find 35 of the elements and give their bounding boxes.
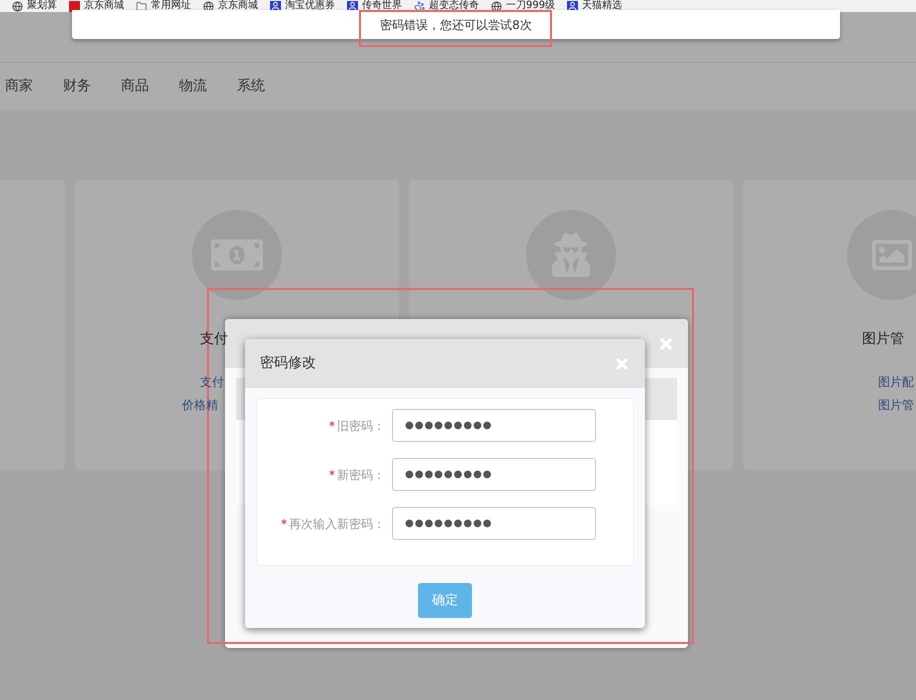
field-label: 旧密码：: [337, 418, 385, 434]
close-icon[interactable]: [614, 356, 630, 372]
close-icon[interactable]: [658, 336, 674, 352]
bookmark-link[interactable]: 天猫精选: [582, 0, 622, 12]
nav-item[interactable]: 商家: [5, 76, 33, 97]
field-label: 新密码：: [337, 466, 385, 484]
nav-item[interactable]: 物流: [179, 76, 207, 97]
nav-item[interactable]: 财务: [63, 76, 91, 97]
required-asterisk: *: [329, 418, 335, 434]
bookmark-link[interactable]: 传奇世界: [362, 0, 402, 12]
field-label: 再次输入新密码：: [289, 516, 385, 532]
dialog-title: 密码修改: [260, 354, 316, 373]
card-link[interactable]: 价格精: [182, 397, 218, 414]
error-message: 密码错误，您还可以尝试8次: [380, 16, 532, 34]
card-link[interactable]: 支付: [200, 374, 224, 391]
required-asterisk: *: [281, 516, 287, 532]
bookmark-link[interactable]: 聚划算: [27, 0, 57, 12]
nav-item[interactable]: 商品: [121, 76, 149, 97]
card-title: 支付: [200, 330, 228, 349]
folder-icon: [136, 0, 147, 12]
bookmark-link[interactable]: 常用网址: [151, 0, 191, 12]
password-field[interactable]: ●●●●●●●●●: [392, 458, 596, 491]
paw-icon: [414, 0, 425, 12]
globe-icon: [203, 0, 214, 12]
password-field[interactable]: ●●●●●●●●●: [392, 409, 596, 442]
globe-icon: [491, 0, 502, 12]
bookmark-link[interactable]: 一刀999级: [506, 0, 556, 12]
globe-icon: [12, 0, 23, 12]
card-link[interactable]: 图片配: [878, 374, 914, 391]
nav-item[interactable]: 系统: [237, 76, 265, 97]
store-icon: [69, 0, 80, 12]
card-title: 图片管: [862, 330, 904, 349]
required-asterisk: *: [329, 466, 335, 484]
password-field[interactable]: ●●●●●●●●●: [392, 507, 596, 540]
card-link[interactable]: 图片管: [878, 397, 914, 414]
